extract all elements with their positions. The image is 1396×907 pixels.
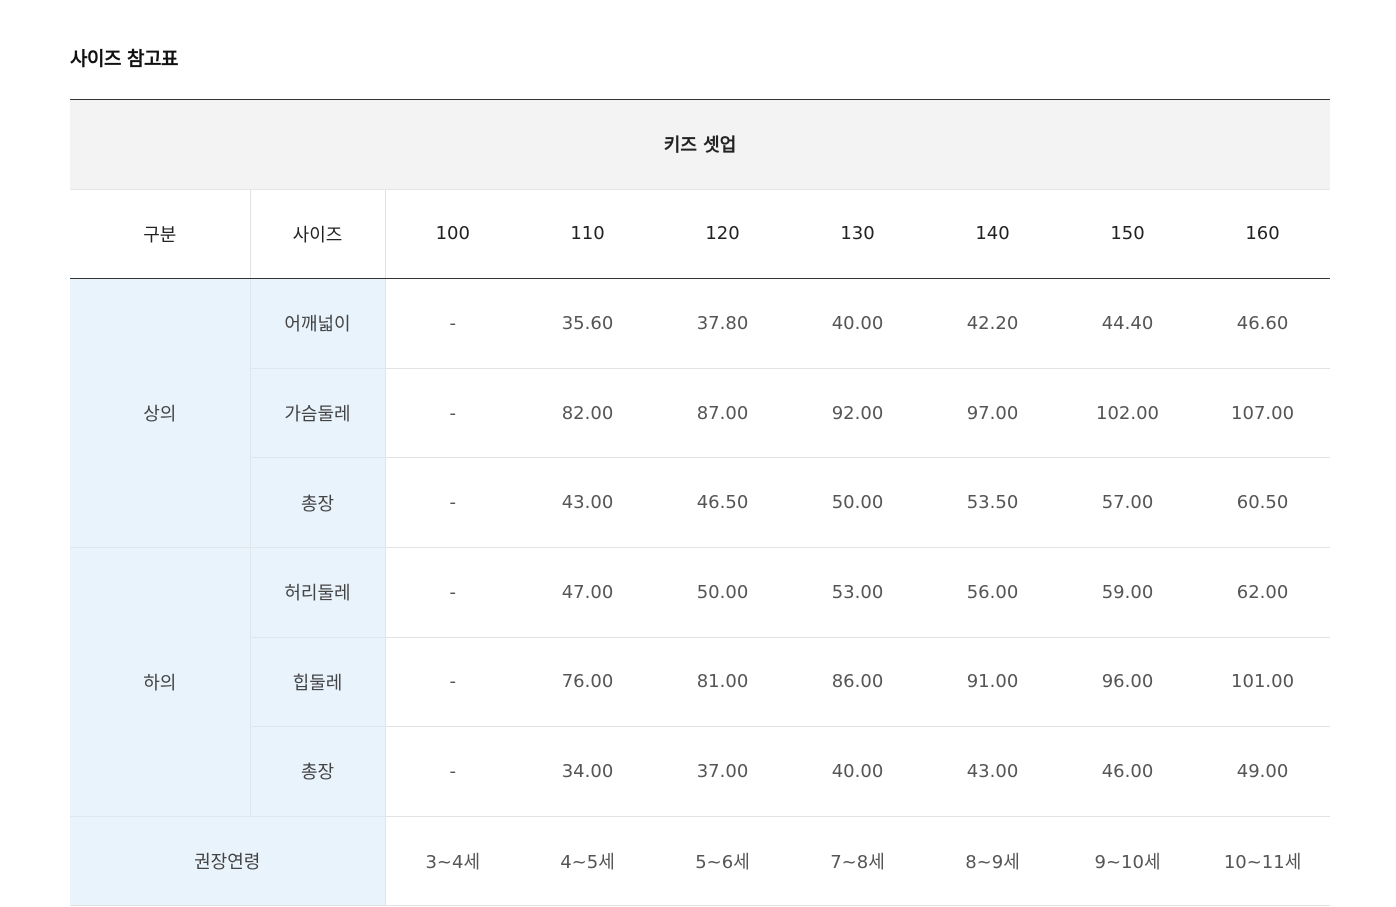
age-value: 4~5세: [520, 816, 655, 907]
age-value: 5~6세: [655, 816, 790, 907]
measurement-value: -: [385, 726, 520, 817]
header-size-value: 160: [1195, 189, 1331, 280]
header-size-value: 120: [655, 189, 790, 280]
header-size-value: 130: [790, 189, 925, 280]
measurement-label: 가슴둘레: [250, 368, 386, 459]
measurement-label: 허리둘레: [250, 547, 386, 638]
measurement-label: 어깨넓이: [250, 278, 386, 369]
measurement-value: 46.60: [1195, 278, 1331, 369]
measurement-label: 총장: [250, 726, 386, 817]
age-row: 권장연령 3~4세 4~5세 5~6세 7~8세 8~9세 9~10세 10~11세: [70, 816, 1331, 907]
category-cell: 상의: [70, 278, 251, 548]
measurement-value: 43.00: [520, 457, 655, 548]
table-row: 가슴둘레 -82.00 87.00 92.00 97.00 102.00 107.00: [70, 368, 1331, 459]
measurement-value: 102.00: [1060, 368, 1195, 459]
measurement-value: -: [385, 457, 520, 548]
age-value: 10~11세: [1195, 816, 1331, 907]
header-size-value: 100: [385, 189, 520, 280]
header-category: 구분: [70, 189, 251, 280]
measurement-value: 46.50: [655, 457, 790, 548]
measurement-value: 97.00: [925, 368, 1060, 459]
header-size-value: 140: [925, 189, 1060, 280]
measurement-value: 49.00: [1195, 726, 1331, 817]
measurement-value: -: [385, 547, 520, 638]
measurement-value: 96.00: [1060, 637, 1195, 728]
measurement-value: 91.00: [925, 637, 1060, 728]
measurement-value: 42.20: [925, 278, 1060, 369]
measurement-value: 43.00: [925, 726, 1060, 817]
measurement-value: 92.00: [790, 368, 925, 459]
measurement-label: 힙둘레: [250, 637, 386, 728]
measurement-value: 57.00: [1060, 457, 1195, 548]
measurement-value: 60.50: [1195, 457, 1331, 548]
age-label: 권장연령: [70, 816, 386, 907]
table-row: 힙둘레 -76.00 81.00 86.00 91.00 96.00 101.00: [70, 637, 1331, 728]
measurement-value: 53.50: [925, 457, 1060, 548]
measurement-value: 50.00: [655, 547, 790, 638]
measurement-value: 76.00: [520, 637, 655, 728]
measurement-value: 59.00: [1060, 547, 1195, 638]
measurement-value: 50.00: [790, 457, 925, 548]
measurement-value: 87.00: [655, 368, 790, 459]
table-caption: 키즈 셋업: [70, 99, 1331, 190]
age-value: 3~4세: [385, 816, 520, 907]
measurement-value: 86.00: [790, 637, 925, 728]
measurement-value: 82.00: [520, 368, 655, 459]
page-title: 사이즈 참고표: [70, 48, 179, 70]
measurement-value: 40.00: [790, 726, 925, 817]
caption-row: 키즈 셋업: [70, 99, 1331, 190]
measurement-label: 총장: [250, 457, 386, 548]
header-size-value: 150: [1060, 189, 1195, 280]
table-row: 총장 -43.00 46.50 50.00 53.50 57.00 60.50: [70, 457, 1331, 548]
measurement-value: 34.00: [520, 726, 655, 817]
age-value: 9~10세: [1060, 816, 1195, 907]
measurement-value: 56.00: [925, 547, 1060, 638]
table-row: 하의 허리둘레 -47.00 50.00 53.00 56.00 59.00 62.00: [70, 547, 1331, 817]
header-row: 구분 사이즈 100 110 120 130 140 150 160: [70, 189, 1331, 280]
measurement-value: 46.00: [1060, 726, 1195, 817]
size-chart-table: 키즈 셋업 구분 사이즈 100 110 120 130 140 150 160…: [70, 99, 1331, 907]
measurement-value: 62.00: [1195, 547, 1331, 638]
age-value: 8~9세: [925, 816, 1060, 907]
measurement-value: 107.00: [1195, 368, 1331, 459]
category-cell: 하의: [70, 547, 251, 817]
measurement-value: 35.60: [520, 278, 655, 369]
measurement-value: -: [385, 637, 520, 728]
measurement-value: -: [385, 278, 520, 369]
table-row: 총장 -34.00 37.00 40.00 43.00 46.00 49.00: [70, 726, 1331, 817]
measurement-value: 37.00: [655, 726, 790, 817]
measurement-value: 40.00: [790, 278, 925, 369]
measurement-value: 101.00: [1195, 637, 1331, 728]
measurement-value: 44.40: [1060, 278, 1195, 369]
measurement-value: -: [385, 368, 520, 459]
header-size: 사이즈: [250, 189, 386, 280]
measurement-value: 37.80: [655, 278, 790, 369]
header-size-value: 110: [520, 189, 655, 280]
age-value: 7~8세: [790, 816, 925, 907]
table-row: 상의 어깨넓이 -35.60 37.80 40.00 42.20 44.40 46.60: [70, 278, 1331, 548]
measurement-value: 47.00: [520, 547, 655, 638]
measurement-value: 81.00: [655, 637, 790, 728]
table-body: 키즈 셋업 구분 사이즈 100 110 120 130 140 150 160…: [70, 99, 1331, 907]
measurement-value: 53.00: [790, 547, 925, 638]
